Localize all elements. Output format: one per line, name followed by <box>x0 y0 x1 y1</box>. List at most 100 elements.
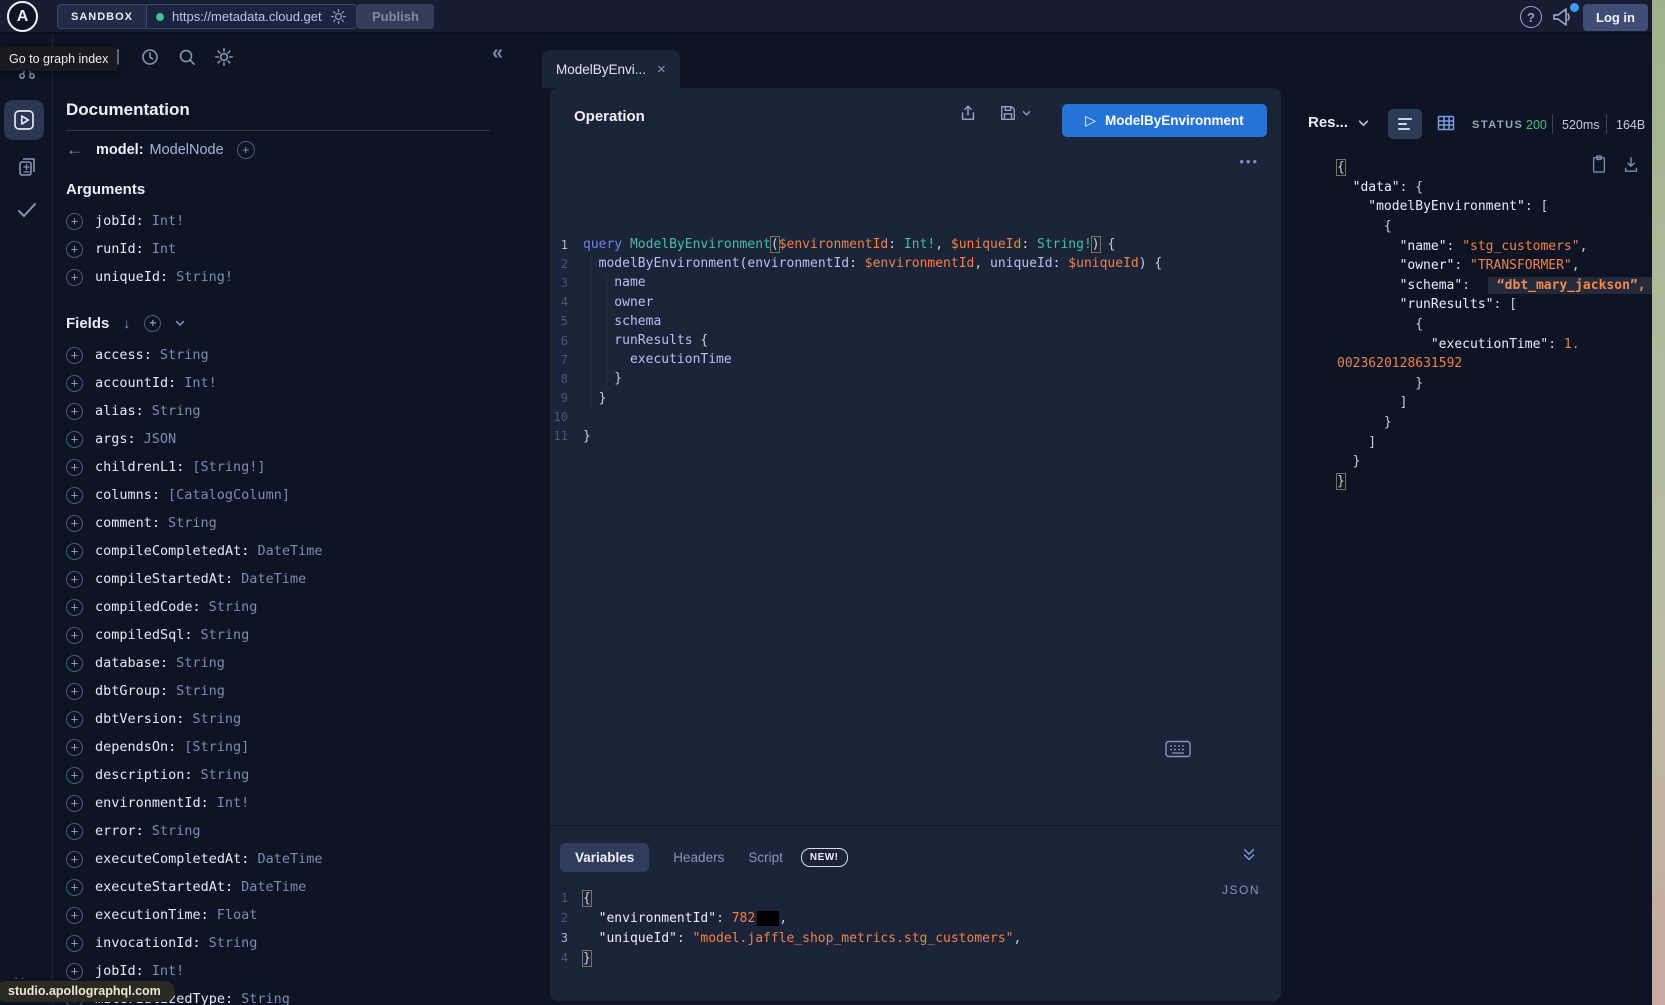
field-row[interactable]: + executionTime: Float <box>66 901 517 929</box>
add-all-fields-icon[interactable]: + <box>237 141 255 159</box>
field-type[interactable]: JSON <box>144 431 177 447</box>
field-name[interactable]: runId: <box>95 241 144 257</box>
field-row[interactable]: + compiledCode: String <box>66 593 517 621</box>
publish-button[interactable]: Publish <box>357 4 434 29</box>
add-to-operation-icon[interactable]: + <box>66 241 83 258</box>
field-type[interactable]: String <box>209 599 258 615</box>
close-tab-icon[interactable]: × <box>657 61 666 78</box>
response-json-viewer[interactable]: {"data": {"modelByEnvironment": [{"name"… <box>1322 158 1655 491</box>
field-row[interactable]: + database: String <box>66 649 517 677</box>
add-to-operation-icon[interactable]: + <box>66 599 83 616</box>
field-type[interactable]: String <box>176 683 225 699</box>
add-to-operation-icon[interactable]: + <box>66 655 83 672</box>
field-name[interactable]: description: <box>95 767 193 783</box>
add-to-operation-icon[interactable]: + <box>66 767 83 784</box>
field-name[interactable]: args: <box>95 431 136 447</box>
add-to-operation-icon[interactable]: + <box>66 213 83 230</box>
tab-script[interactable]: Script <box>748 850 783 865</box>
field-type[interactable]: Int! <box>184 375 217 391</box>
field-type[interactable]: String <box>152 403 201 419</box>
field-row[interactable]: + accountId: Int! <box>66 369 517 397</box>
field-row[interactable]: +environmentId:Int! <box>66 789 517 817</box>
field-name[interactable]: jobId: <box>95 963 144 979</box>
help-icon[interactable]: ? <box>1520 6 1542 28</box>
field-type[interactable]: [String!] <box>192 459 265 475</box>
field-name[interactable]: access: <box>95 347 152 363</box>
editor-options-ellipsis-icon[interactable]: ••• <box>1239 154 1259 169</box>
add-to-operation-icon[interactable]: + <box>66 823 83 840</box>
field-row[interactable]: +compileStartedAt:DateTime <box>66 565 517 593</box>
field-row[interactable]: +access:String <box>66 341 517 369</box>
field-name[interactable]: compiledSql: <box>95 627 193 643</box>
field-type[interactable]: String <box>160 347 209 363</box>
field-name[interactable]: comment: <box>95 515 160 531</box>
field-name[interactable]: accountId: <box>95 375 176 391</box>
sandbox-explorer-tab[interactable] <box>4 100 44 140</box>
checks-icon[interactable] <box>0 198 53 222</box>
field-row[interactable]: +invocationId:String <box>66 929 517 957</box>
field-name[interactable]: dbtVersion: <box>95 711 184 727</box>
field-type[interactable]: Int! <box>152 963 185 979</box>
field-type[interactable]: String <box>168 515 217 531</box>
field-row[interactable]: + error: String <box>66 817 517 845</box>
add-to-operation-icon[interactable]: + <box>66 795 83 812</box>
field-row[interactable]: +dependsOn:[String] <box>66 733 517 761</box>
field-type[interactable]: String <box>241 991 290 1005</box>
field-name[interactable]: childrenL1: <box>95 459 184 475</box>
history-icon[interactable] <box>140 47 160 67</box>
endpoint-settings-gear-icon[interactable] <box>330 8 347 25</box>
settings-gear-icon[interactable] <box>214 47 234 67</box>
response-chevron-down-icon[interactable] <box>1358 119 1369 128</box>
add-to-operation-icon[interactable]: + <box>66 879 83 896</box>
field-name[interactable]: environmentId: <box>95 795 209 811</box>
field-row[interactable]: +compiledSql:String <box>66 621 517 649</box>
field-type[interactable]: String <box>176 655 225 671</box>
add-to-operation-icon[interactable]: + <box>66 907 83 924</box>
apollo-logo[interactable]: A <box>7 1 38 32</box>
add-to-operation-icon[interactable]: + <box>66 935 83 952</box>
run-operation-button[interactable]: ▷ ModelByEnvironment <box>1062 104 1267 137</box>
field-type[interactable]: String <box>152 823 201 839</box>
field-row[interactable]: + childrenL1: [String!] <box>66 453 517 481</box>
response-title[interactable]: Res... <box>1308 114 1348 131</box>
field-name[interactable]: columns: <box>95 487 160 503</box>
field-type[interactable]: String <box>201 767 250 783</box>
field-name[interactable]: error: <box>95 823 144 839</box>
response-table-view-toggle[interactable] <box>1436 113 1456 133</box>
field-row[interactable]: + comment: String <box>66 509 517 537</box>
field-row[interactable]: + columns: [CatalogColumn] <box>66 481 517 509</box>
field-name[interactable]: executionTime: <box>95 907 209 923</box>
field-name[interactable]: dependsOn: <box>95 739 176 755</box>
share-operation-icon[interactable] <box>959 104 977 122</box>
response-raw-view-toggle[interactable] <box>1388 109 1422 139</box>
field-name[interactable]: uniqueId: <box>95 269 168 285</box>
field-name[interactable]: compileCompletedAt: <box>95 543 249 559</box>
tab-headers[interactable]: Headers <box>673 850 724 865</box>
keyboard-shortcuts-icon[interactable] <box>1165 740 1191 758</box>
field-row[interactable]: +dbtGroup:String <box>66 677 517 705</box>
add-to-operation-icon[interactable]: + <box>66 627 83 644</box>
endpoint-url-input[interactable]: https://metadata.cloud.get <box>147 5 356 28</box>
add-to-operation-icon[interactable]: + <box>66 375 83 392</box>
field-name[interactable]: compileStartedAt: <box>95 571 233 587</box>
add-to-operation-icon[interactable]: + <box>66 515 83 532</box>
field-type[interactable]: Float <box>217 907 258 923</box>
field-type[interactable]: [String] <box>184 739 249 755</box>
announcements-megaphone-icon[interactable] <box>1550 5 1578 29</box>
field-name[interactable]: database: <box>95 655 168 671</box>
add-to-operation-icon[interactable]: + <box>66 683 83 700</box>
field-row[interactable]: +args:JSON <box>66 425 517 453</box>
add-to-operation-icon[interactable]: + <box>66 459 83 476</box>
field-name[interactable]: compiledCode: <box>95 599 201 615</box>
field-type[interactable]: [CatalogColumn] <box>168 487 290 503</box>
add-to-operation-icon[interactable]: + <box>66 403 83 420</box>
save-operation-button[interactable] <box>999 104 1031 122</box>
field-row[interactable]: +alias:String <box>66 397 517 425</box>
field-type[interactable]: DateTime <box>257 543 322 559</box>
field-row[interactable]: +executeStartedAt:DateTime <box>66 873 517 901</box>
add-to-operation-icon[interactable]: + <box>66 269 83 286</box>
argument-row[interactable]: +uniqueId:String! <box>66 263 517 291</box>
add-to-operation-icon[interactable]: + <box>66 851 83 868</box>
collapse-sidebar-icon[interactable]: « <box>492 42 503 65</box>
add-to-operation-icon[interactable]: + <box>66 487 83 504</box>
